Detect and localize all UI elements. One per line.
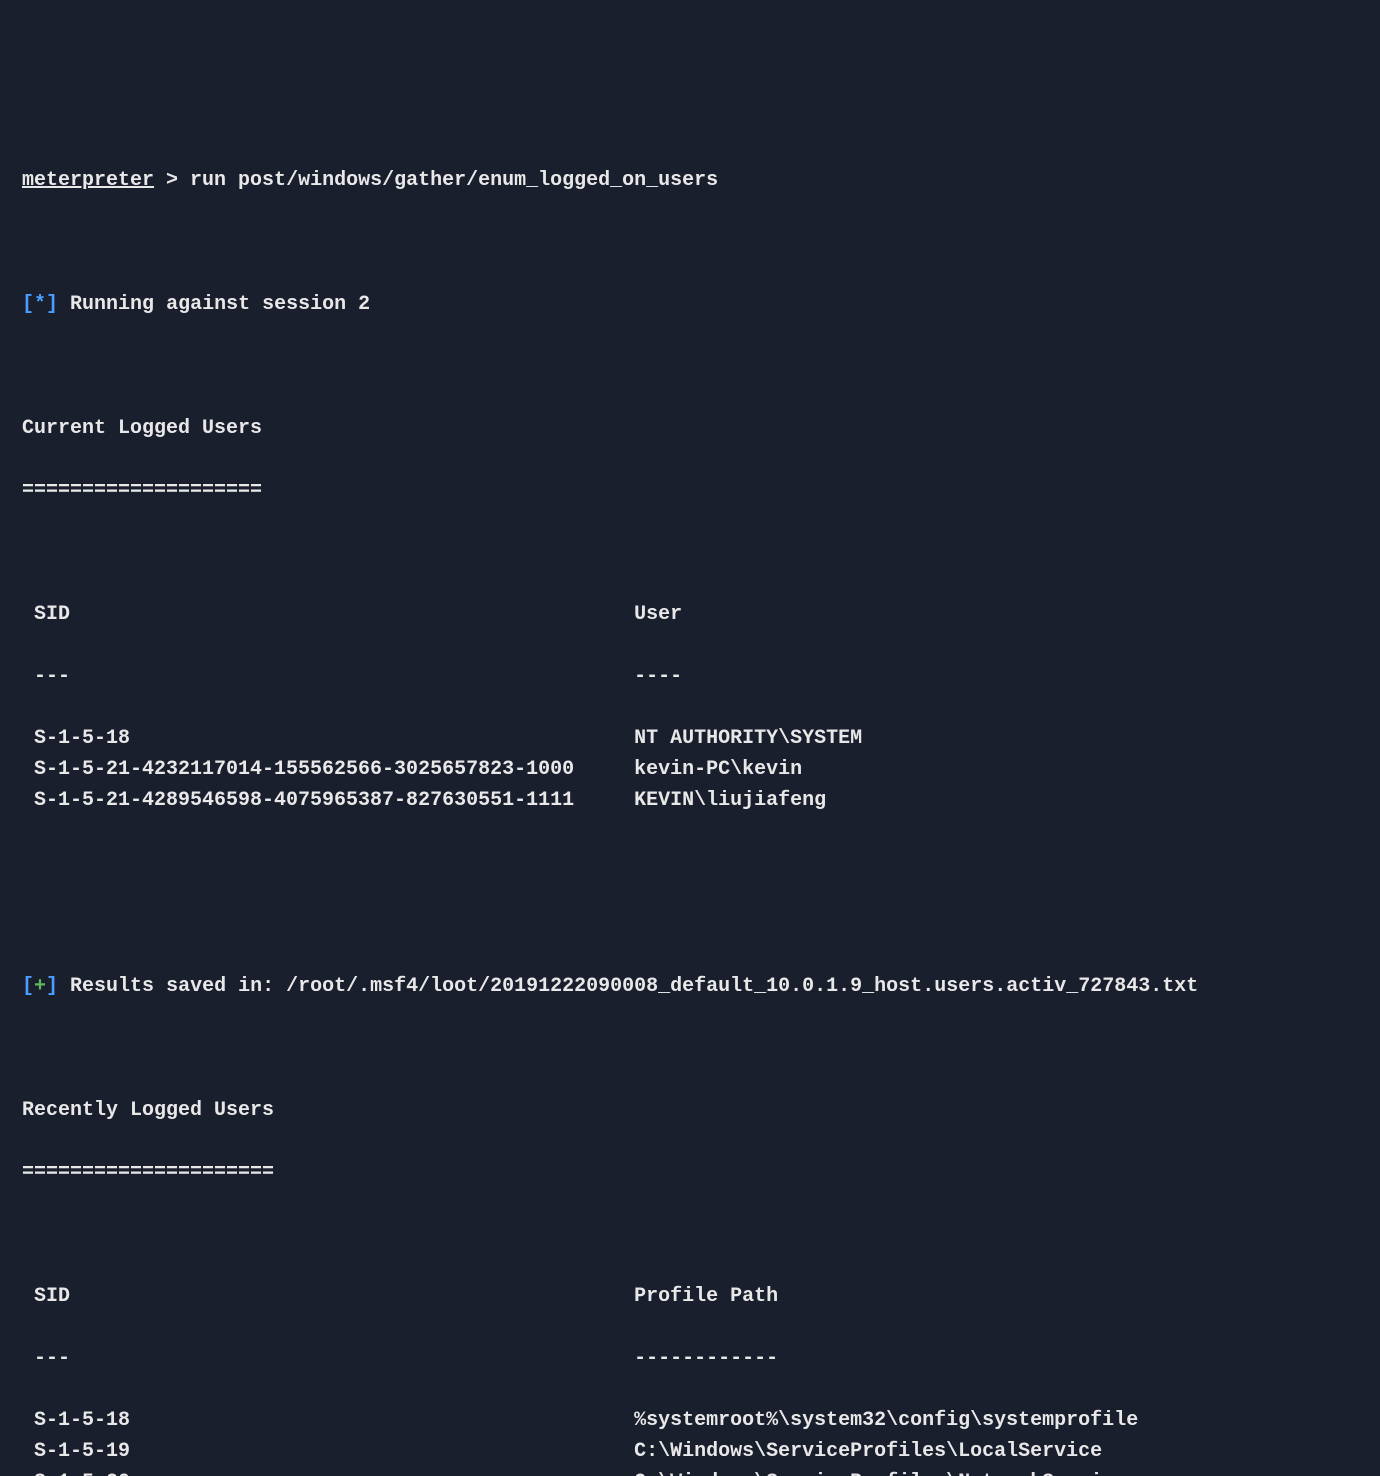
- current-users-underline: ====================: [22, 475, 1358, 506]
- col-sid-header: SID: [34, 1285, 634, 1308]
- table-row: S-1-5-21-4289546598-4075965387-827630551…: [22, 785, 1358, 816]
- table-row: S-1-5-18 NT AUTHORITY\SYSTEM: [22, 723, 1358, 754]
- current-users-title: Current Logged Users: [22, 413, 1358, 444]
- bracket-open: [: [22, 293, 34, 316]
- recent-users-underline: =====================: [22, 1157, 1358, 1188]
- status-saved-line: [+] Results saved in: /root/.msf4/loot/2…: [22, 971, 1358, 1002]
- table-row: S-1-5-19 C:\Windows\ServiceProfiles\Loca…: [22, 1436, 1358, 1467]
- command-text: run post/windows/gather/enum_logged_on_u…: [190, 169, 718, 192]
- col-sid-underline: ---: [34, 1347, 634, 1370]
- prompt-arrow: >: [154, 169, 190, 192]
- user-cell: KEVIN\liujiafeng: [634, 789, 826, 812]
- prompt-line[interactable]: meterpreter > run post/windows/gather/en…: [22, 165, 1358, 196]
- user-cell: NT AUTHORITY\SYSTEM: [634, 727, 862, 750]
- recent-users-header-underline: --- ------------: [22, 1343, 1358, 1374]
- path-cell: C:\Windows\ServiceProfiles\LocalService: [634, 1440, 1102, 1463]
- bracket-close: ]: [46, 975, 58, 998]
- sid-cell: S-1-5-21-4232117014-155562566-3025657823…: [34, 758, 634, 781]
- col-sid-header: SID: [34, 603, 634, 626]
- col-path-header: Profile Path: [634, 1285, 778, 1308]
- sid-cell: S-1-5-19: [34, 1440, 634, 1463]
- path-cell: C:\Windows\ServiceProfiles\NetworkServic…: [634, 1471, 1126, 1476]
- recent-users-headers: SID Profile Path: [22, 1281, 1358, 1312]
- bracket-open: [: [22, 975, 34, 998]
- bracket-close: ]: [46, 293, 58, 316]
- table-row: S-1-5-20 C:\Windows\ServiceProfiles\Netw…: [22, 1467, 1358, 1476]
- current-users-header-underline: --- ----: [22, 661, 1358, 692]
- status-running-text: Running against session 2: [58, 293, 370, 316]
- current-users-headers: SID User: [22, 599, 1358, 630]
- sid-cell: S-1-5-21-4289546598-4075965387-827630551…: [34, 789, 634, 812]
- terminal-output[interactable]: meterpreter > run post/windows/gather/en…: [22, 134, 1358, 1476]
- col-path-underline: ------------: [634, 1347, 778, 1370]
- path-cell: %systemroot%\system32\config\systemprofi…: [634, 1409, 1138, 1432]
- status-running-line: [*] Running against session 2: [22, 289, 1358, 320]
- status-saved-text: Results saved in: /root/.msf4/loot/20191…: [58, 975, 1198, 998]
- sid-cell: S-1-5-18: [34, 1409, 634, 1432]
- col-sid-underline: ---: [34, 665, 634, 688]
- prompt-name: meterpreter: [22, 169, 154, 192]
- plus-icon: +: [34, 975, 46, 998]
- user-cell: kevin-PC\kevin: [634, 758, 802, 781]
- sid-cell: S-1-5-20: [34, 1471, 634, 1476]
- col-user-underline: ----: [634, 665, 682, 688]
- table-row: S-1-5-21-4232117014-155562566-3025657823…: [22, 754, 1358, 785]
- recent-users-title: Recently Logged Users: [22, 1095, 1358, 1126]
- table-row: S-1-5-18 %systemroot%\system32\config\sy…: [22, 1405, 1358, 1436]
- recent-users-rows: S-1-5-18 %systemroot%\system32\config\sy…: [22, 1405, 1358, 1476]
- sid-cell: S-1-5-18: [34, 727, 634, 750]
- star-icon: *: [34, 293, 46, 316]
- current-users-rows: S-1-5-18 NT AUTHORITY\SYSTEMS-1-5-21-423…: [22, 723, 1358, 816]
- col-user-header: User: [634, 603, 682, 626]
